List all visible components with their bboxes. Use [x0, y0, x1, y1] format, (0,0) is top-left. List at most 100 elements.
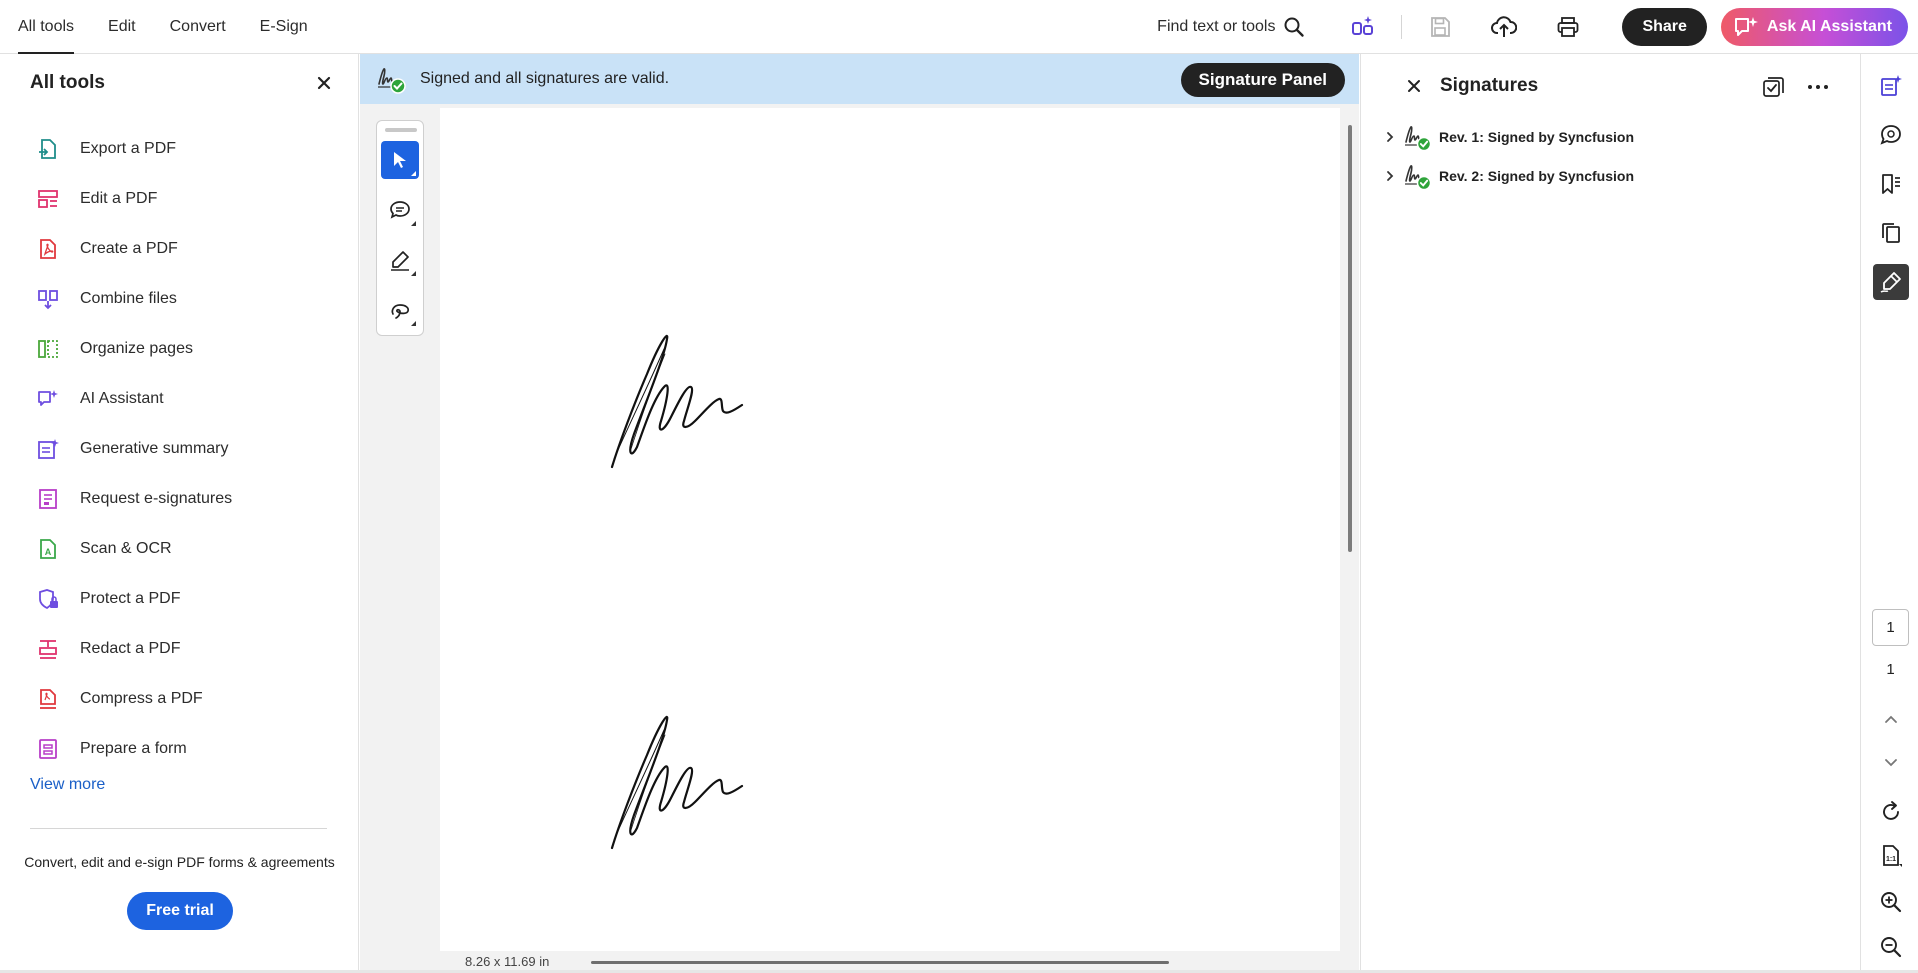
signatures-more-options-button[interactable] — [1805, 74, 1831, 100]
tool-scan-ocr[interactable]: A Scan & OCR — [36, 524, 336, 574]
validate-signatures-button[interactable] — [1761, 74, 1787, 100]
toolbar-divider — [1401, 15, 1403, 39]
close-all-tools-button[interactable] — [313, 72, 335, 94]
tool-label: Protect a PDF — [80, 590, 181, 607]
revision-label: Rev. 2: Signed by Syncfusion — [1439, 168, 1635, 184]
signature-valid-icon — [378, 68, 406, 94]
close-icon — [1408, 80, 1420, 92]
rail-ai-summary-button[interactable] — [1873, 68, 1909, 104]
tool-organize-pages[interactable]: Organize pages — [36, 324, 336, 374]
tool-request-esignatures[interactable]: Request e-signatures — [36, 474, 336, 524]
current-page-input[interactable]: 1 — [1872, 609, 1909, 646]
view-more-link[interactable]: View more — [30, 776, 105, 794]
next-page-button[interactable] — [1873, 744, 1909, 780]
comments-icon — [1880, 125, 1901, 145]
zoom-in-icon — [1881, 892, 1902, 913]
rail-comments-button[interactable] — [1873, 117, 1909, 153]
divider — [30, 828, 327, 829]
ai-tools-icon — [1352, 16, 1374, 35]
tab-esign[interactable]: E-Sign — [260, 0, 308, 54]
tool-ai-assistant[interactable]: AI Assistant — [36, 374, 336, 424]
rail-page-thumbnails-button[interactable] — [1873, 215, 1909, 251]
svg-text:1:1: 1:1 — [1886, 856, 1896, 863]
document-viewer: Signed and all signatures are valid. Sig… — [360, 54, 1359, 973]
promo-text: Convert, edit and e-sign PDF forms & agr… — [24, 854, 335, 870]
top-nav: All tools Edit Convert E-Sign — [18, 0, 342, 54]
comment-icon — [390, 201, 410, 219]
signature-status-text: Signed and all signatures are valid. — [420, 70, 670, 87]
protect-pdf-icon — [39, 589, 58, 610]
organize-pages-icon — [38, 340, 58, 358]
search-icon — [1284, 17, 1305, 37]
pdf-page — [440, 108, 1340, 951]
signature-pen-icon — [1880, 272, 1901, 293]
quick-tools-toolbar — [376, 120, 424, 336]
tool-label: Generative summary — [80, 440, 229, 457]
ai-assistant-icon — [38, 390, 58, 406]
tool-label: Request e-signatures — [80, 490, 233, 507]
share-button[interactable]: Share — [1622, 8, 1707, 46]
tab-edit[interactable]: Edit — [108, 0, 136, 54]
tool-label: Compress a PDF — [80, 690, 203, 707]
zoom-out-icon — [1881, 937, 1902, 958]
print-button[interactable] — [1548, 7, 1588, 47]
all-tools-panel: All tools Export a PDF Edit a PDF Create… — [0, 54, 359, 973]
save-button[interactable] — [1420, 7, 1460, 47]
tool-edit-pdf[interactable]: Edit a PDF — [36, 174, 336, 224]
create-pdf-icon — [40, 239, 56, 259]
save-icon — [1431, 17, 1451, 37]
comment-tool-button[interactable] — [381, 191, 419, 229]
tool-export-pdf[interactable]: Export a PDF — [36, 124, 336, 174]
signature-panel-button[interactable]: Signature Panel — [1180, 63, 1345, 97]
previous-page-button[interactable] — [1873, 702, 1909, 738]
tool-combine-files[interactable]: Combine files — [36, 274, 336, 324]
tool-generative-summary[interactable]: Generative summary — [36, 424, 336, 474]
rotate-button[interactable] — [1873, 794, 1909, 830]
zoom-in-button[interactable] — [1873, 884, 1909, 920]
find-label: Find text or tools — [1157, 18, 1276, 35]
redact-pdf-icon — [39, 640, 57, 659]
cloud-upload-icon — [1491, 16, 1518, 37]
signature-image-2 — [610, 715, 744, 850]
tab-convert[interactable]: Convert — [170, 0, 226, 54]
tool-prepare-form[interactable]: Prepare a form — [36, 724, 336, 774]
tool-redact-pdf[interactable]: Redact a PDF — [36, 624, 336, 674]
upload-cloud-button[interactable] — [1484, 7, 1524, 47]
draw-tool-button[interactable] — [381, 291, 419, 329]
tool-create-pdf[interactable]: Create a PDF — [36, 224, 336, 274]
rail-signatures-button[interactable] — [1873, 264, 1909, 300]
close-signatures-button[interactable] — [1405, 77, 1423, 95]
tool-label: AI Assistant — [80, 390, 164, 407]
pages-copy-icon — [1882, 223, 1900, 243]
toolbar-actions: Find text or tools Share Ask AI Assistan… — [1157, 0, 1908, 54]
freehand-draw-icon — [391, 304, 410, 319]
select-tool-button[interactable] — [381, 141, 419, 179]
highlight-tool-button[interactable] — [381, 241, 419, 279]
ask-ai-assistant-button[interactable]: Ask AI Assistant — [1720, 8, 1908, 46]
highlighter-pen-icon — [391, 251, 409, 271]
edit-pdf-icon — [38, 190, 58, 208]
tool-protect-pdf[interactable]: Protect a PDF — [36, 574, 336, 624]
zoom-out-button[interactable] — [1873, 929, 1909, 965]
horizontal-scrollbar[interactable] — [591, 961, 1169, 964]
tab-all-tools[interactable]: All tools — [18, 0, 75, 54]
vertical-scrollbar[interactable] — [1348, 125, 1352, 552]
generative-summary-icon — [38, 439, 59, 459]
validate-all-icon — [1763, 77, 1784, 97]
tool-label: Organize pages — [80, 340, 193, 357]
signature-revision-1[interactable]: Rev. 1: Signed by Syncfusion — [1383, 120, 1634, 154]
ai-assistant-icon — [1734, 17, 1758, 36]
toolbar-drag-handle[interactable] — [385, 128, 417, 132]
scan-ocr-icon: A — [40, 539, 56, 559]
right-rail: 1 1 1:1 — [1860, 54, 1918, 973]
chevron-up-icon — [1885, 715, 1897, 723]
fit-page-button[interactable]: 1:1 — [1873, 838, 1909, 874]
ai-tools-button[interactable] — [1343, 7, 1383, 47]
rail-bookmarks-button[interactable] — [1873, 166, 1909, 202]
close-icon — [317, 76, 331, 90]
free-trial-button[interactable]: Free trial — [127, 892, 233, 930]
tool-compress-pdf[interactable]: Compress a PDF — [36, 674, 336, 724]
find-text-or-tools[interactable]: Find text or tools — [1157, 16, 1305, 38]
tool-label: Prepare a form — [80, 740, 187, 757]
signature-revision-2[interactable]: Rev. 2: Signed by Syncfusion — [1383, 159, 1634, 193]
